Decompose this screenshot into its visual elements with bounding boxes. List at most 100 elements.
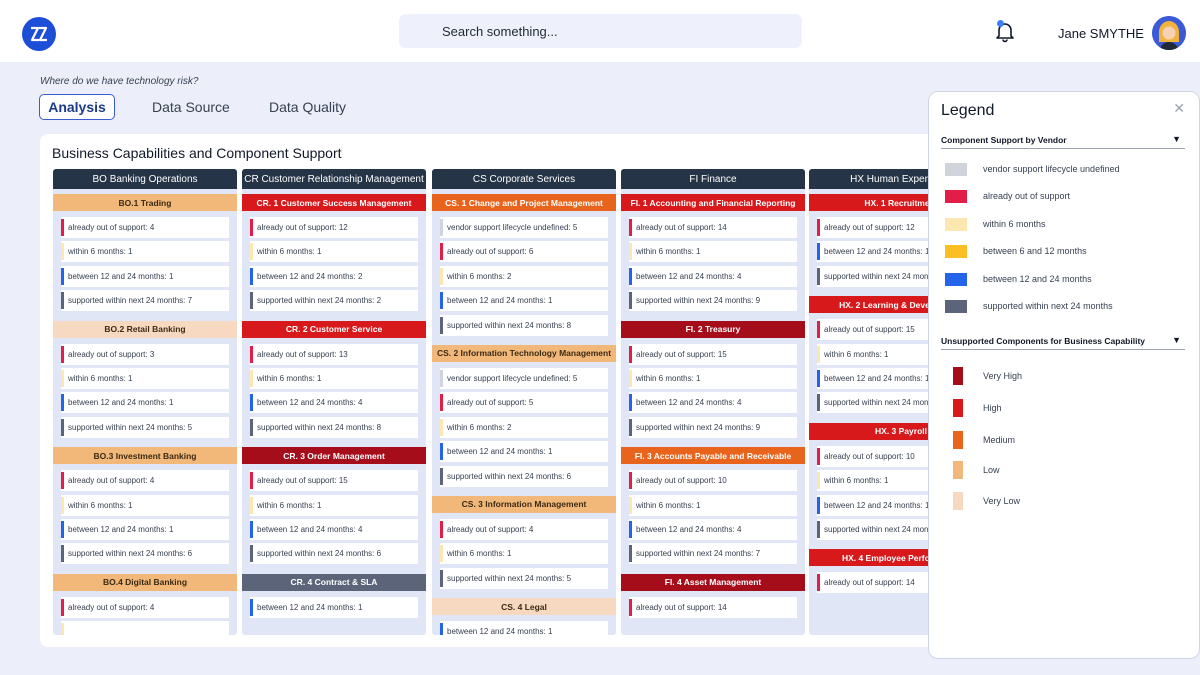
close-icon[interactable]: ✕ [1173, 100, 1185, 117]
support-row[interactable]: supported within next 24 months: 8 [440, 314, 608, 336]
user-name[interactable]: Jane SMYTHE [1058, 26, 1144, 41]
support-row[interactable]: between 12 and 24 months: 4 [629, 518, 797, 540]
column-header[interactable]: CS Corporate Services [432, 169, 616, 189]
support-row[interactable]: supported within next 24 months: 1 [817, 392, 940, 414]
support-row[interactable]: already out of support: 15 [817, 319, 940, 341]
capability-header[interactable]: CS. 3 Information Management [432, 495, 616, 513]
capability-header[interactable]: CS. 1 Change and Project Management [432, 194, 616, 211]
support-row[interactable]: already out of support: 12 [250, 217, 418, 238]
support-row[interactable]: supported within next 24 months: 1 [817, 518, 940, 540]
support-row[interactable]: between 12 and 24 months: 1 [817, 367, 940, 389]
capability-header[interactable]: FI. 1 Accounting and Financial Reporting [621, 194, 805, 211]
caret-down-icon[interactable]: ▼ [1172, 134, 1181, 144]
support-row[interactable]: supported within next 24 months: 9 [629, 290, 797, 312]
support-row[interactable]: vendor support lifecycle undefined: 5 [440, 367, 608, 389]
tab-data-source[interactable]: Data Source [152, 94, 230, 120]
search-input[interactable]: Search something... [399, 14, 802, 48]
support-row[interactable]: already out of support: 10 [817, 445, 940, 467]
bell-icon[interactable] [992, 18, 1018, 44]
capability-header[interactable]: CR. 2 Customer Service [242, 320, 426, 338]
support-row[interactable]: within 6 months: 1 [61, 494, 229, 516]
capability-header[interactable]: FI. 4 Asset Management [621, 573, 805, 591]
support-row[interactable]: supported within next 24 months: 6 [440, 465, 608, 487]
avatar[interactable] [1152, 16, 1186, 50]
support-row[interactable]: already out of support: 4 [61, 217, 229, 238]
support-row[interactable]: between 12 and 24 months: 1 [61, 265, 229, 287]
support-row[interactable]: within 6 months: 1 [250, 241, 418, 263]
support-row[interactable]: supported within next 24 months: 7 [629, 543, 797, 565]
column-header[interactable]: HX Human Experience [809, 169, 940, 189]
support-row[interactable]: within 6 months: 1 [61, 241, 229, 263]
support-row[interactable]: supported within next 24 months: 9 [629, 416, 797, 438]
capability-header[interactable]: HX. 2 Learning & Development [809, 296, 940, 314]
support-row[interactable]: within 6 months: 2 [440, 265, 608, 287]
capability-header[interactable]: CR. 4 Contract & SLA [242, 573, 426, 591]
support-row[interactable]: between 12 and 24 months: 1 [250, 596, 418, 618]
support-row[interactable]: supported within next 24 months: 2 [250, 290, 418, 312]
support-row[interactable]: within 6 months: 1 [817, 470, 940, 492]
capability-header[interactable]: FI. 3 Accounts Payable and Receivable [621, 447, 805, 465]
support-row[interactable]: already out of support: 10 [629, 470, 797, 492]
capability-header[interactable]: CR. 1 Customer Success Management [242, 194, 426, 211]
support-row[interactable]: already out of support: 13 [250, 343, 418, 365]
support-row[interactable]: within 6 months: 1 [440, 543, 608, 565]
support-row[interactable]: supported within next 24 months: 5 [440, 567, 608, 589]
caret-down-icon[interactable]: ▼ [1172, 335, 1181, 345]
capability-header[interactable]: HX. 1 Recruitment [809, 194, 940, 211]
support-row[interactable]: between 12 and 24 months: 4 [250, 392, 418, 414]
support-row[interactable]: supported within next 24 months: 6 [61, 543, 229, 565]
zz-logo-icon[interactable] [22, 17, 56, 51]
capability-header[interactable]: BO.1 Trading [53, 194, 237, 211]
column-header[interactable]: FI Finance [621, 169, 805, 189]
support-row[interactable]: between 12 and 24 months: 1 [61, 518, 229, 540]
capability-header[interactable]: BO.2 Retail Banking [53, 320, 237, 338]
capability-header[interactable]: CR. 3 Order Management [242, 447, 426, 465]
support-row[interactable]: already out of support: 14 [817, 572, 940, 594]
support-row[interactable]: supported within next 24 months: 1 [817, 265, 940, 287]
support-row[interactable]: already out of support: 14 [629, 596, 797, 618]
support-row[interactable]: already out of support: 14 [629, 217, 797, 238]
support-row[interactable]: already out of support: 15 [629, 343, 797, 365]
column-header[interactable]: CR Customer Relationship Management [242, 169, 426, 189]
support-row[interactable]: already out of support: 4 [440, 518, 608, 540]
support-row[interactable]: within 6 months: 2 [440, 416, 608, 438]
capability-header[interactable]: CS. 2 Information Technology Management [432, 344, 616, 362]
support-row[interactable]: already out of support: 15 [250, 470, 418, 492]
support-row[interactable]: already out of support: 3 [61, 343, 229, 365]
support-row[interactable]: between 12 and 24 months: 2 [250, 265, 418, 287]
support-row[interactable]: between 12 and 24 months: 1 [440, 621, 608, 635]
support-row[interactable]: between 12 and 24 months: 4 [250, 518, 418, 540]
support-row[interactable]: already out of support: 5 [440, 392, 608, 414]
capability-header[interactable]: BO.3 Investment Banking [53, 447, 237, 465]
support-row[interactable]: already out of support: 6 [440, 241, 608, 263]
support-row[interactable]: within 6 months: 1 [629, 494, 797, 516]
tab-data-quality[interactable]: Data Quality [269, 94, 346, 120]
support-row[interactable]: within 6 months: 1 [629, 367, 797, 389]
support-row[interactable]: supported within next 24 months: 6 [250, 543, 418, 565]
support-row[interactable]: between 12 and 24 months: 1 [817, 494, 940, 516]
capability-header[interactable]: HX. 4 Employee Performance [809, 549, 940, 567]
support-row[interactable]: supported within next 24 months: 5 [61, 416, 229, 438]
capability-header[interactable]: CS. 4 Legal [432, 598, 616, 616]
support-row[interactable]: supported within next 24 months: 7 [61, 290, 229, 312]
support-row[interactable]: between 12 and 24 months: 1 [440, 290, 608, 312]
support-row[interactable]: supported within next 24 months: 8 [250, 416, 418, 438]
support-row[interactable]: within 6 months: 1 [629, 241, 797, 263]
column-header[interactable]: BO Banking Operations [53, 169, 237, 189]
support-row[interactable]: vendor support lifecycle undefined: 5 [440, 217, 608, 238]
capability-header[interactable]: BO.4 Digital Banking [53, 573, 237, 591]
capability-header[interactable]: FI. 2 Treasury [621, 320, 805, 338]
support-row[interactable]: between 12 and 24 months: 1 [61, 392, 229, 414]
support-row[interactable]: within 6 months: 1 [250, 494, 418, 516]
support-row[interactable]: already out of support: 4 [61, 470, 229, 492]
tab-analysis[interactable]: Analysis [39, 94, 115, 120]
support-row[interactable]: already out of support: 4 [61, 596, 229, 618]
unsupported-section-header[interactable]: Unsupported Components for Business Capa… [941, 335, 1185, 350]
support-row[interactable]: between 12 and 24 months: 1 [440, 441, 608, 463]
vendor-section-header[interactable]: Component Support by Vendor ▼ [941, 134, 1185, 149]
capability-header[interactable]: HX. 3 Payroll [809, 422, 940, 440]
support-row[interactable]: already out of support: 12 [817, 217, 940, 238]
support-row[interactable]: between 12 and 24 months: 4 [629, 392, 797, 414]
support-row[interactable]: within 6 months: 1 [250, 367, 418, 389]
support-row[interactable]: between 12 and 24 months: 4 [629, 265, 797, 287]
